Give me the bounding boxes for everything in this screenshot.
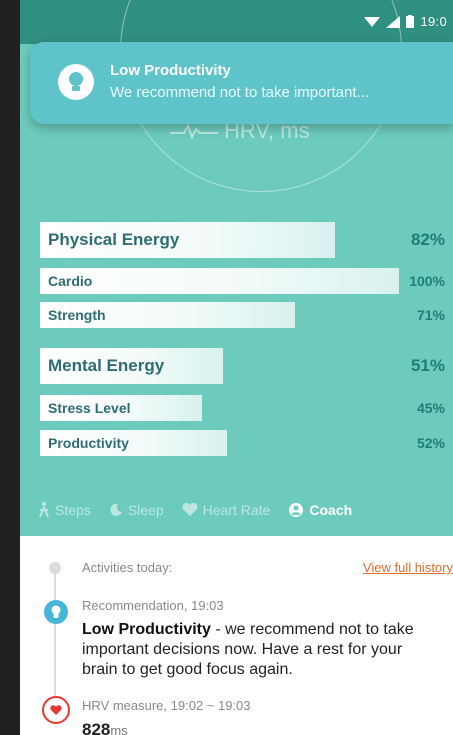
strength-percent: 71% (416, 307, 445, 323)
timeline-dot (49, 562, 61, 574)
tab-heart-rate[interactable]: Heart Rate (182, 502, 271, 518)
hrv-value: 828ms (82, 720, 128, 735)
recommendation-icon (44, 600, 68, 624)
heart-icon (182, 503, 198, 516)
activity-feed: Activities today: View full history Reco… (20, 536, 453, 735)
notification-banner[interactable]: Low Productivity We recommend not to tak… (30, 42, 453, 124)
mental-energy-percent: 51% (410, 356, 445, 375)
strength-row: Strength 71% (40, 302, 453, 328)
tab-steps-label: Steps (55, 502, 91, 518)
stress-level-percent: 45% (416, 400, 445, 416)
notification-title: Low Productivity (110, 62, 231, 79)
recommendation-meta: Recommendation, 19:03 (82, 598, 224, 613)
status-time: 19:0 (420, 14, 447, 29)
hrv-value-number: 828 (82, 720, 111, 735)
recommendation-title: Low Productivity (82, 621, 211, 638)
phone-screen: 19:0 HRV, ms Low Productivity We recomme… (20, 0, 453, 735)
view-full-history-link[interactable]: View full history (363, 560, 453, 575)
cardio-percent: 100% (409, 273, 445, 289)
recommendation-body: Low Productivity - we recommend not to t… (82, 620, 442, 680)
heartbeat-icon (170, 123, 218, 139)
productivity-percent: 52% (416, 435, 445, 451)
cardio-row: Cardio 100% (40, 268, 453, 294)
productivity-row: Productivity 52% (40, 430, 453, 456)
strength-label: Strength (48, 307, 106, 323)
physical-energy-label: Physical Energy (48, 230, 180, 249)
timeline-line (54, 566, 56, 696)
bottom-tabs: Steps Sleep Heart Rate Coach (20, 490, 453, 530)
stress-level-label: Stress Level (48, 400, 131, 416)
activities-today-label: Activities today: (82, 560, 173, 575)
hrv-heart-icon (42, 696, 70, 724)
tab-sleep-label: Sleep (127, 502, 164, 518)
mental-energy-row: Mental Energy 51% (40, 348, 453, 384)
cardio-bar (40, 268, 400, 294)
walking-icon (39, 502, 49, 518)
tab-coach-label: Coach (309, 502, 353, 518)
physical-energy-row: Physical Energy 82% (40, 222, 453, 258)
stress-level-row: Stress Level 45% (40, 395, 453, 421)
cardio-label: Cardio (48, 273, 93, 289)
notification-text: We recommend not to take important... (110, 84, 370, 101)
lightbulb-icon (58, 64, 94, 100)
coach-icon (289, 503, 304, 517)
mental-energy-label: Mental Energy (48, 356, 165, 375)
physical-energy-percent: 82% (410, 230, 445, 249)
tab-sleep[interactable]: Sleep (109, 502, 164, 518)
hrv-value-unit: ms (110, 723, 128, 735)
tab-steps[interactable]: Steps (38, 502, 91, 518)
productivity-label: Productivity (48, 435, 129, 451)
tab-heart-rate-label: Heart Rate (202, 502, 271, 518)
battery-icon (406, 15, 415, 28)
tab-coach[interactable]: Coach (288, 502, 352, 518)
moon-icon (110, 503, 122, 516)
hrv-measure-meta: HRV measure, 19:02 ~ 19:03 (82, 698, 251, 713)
